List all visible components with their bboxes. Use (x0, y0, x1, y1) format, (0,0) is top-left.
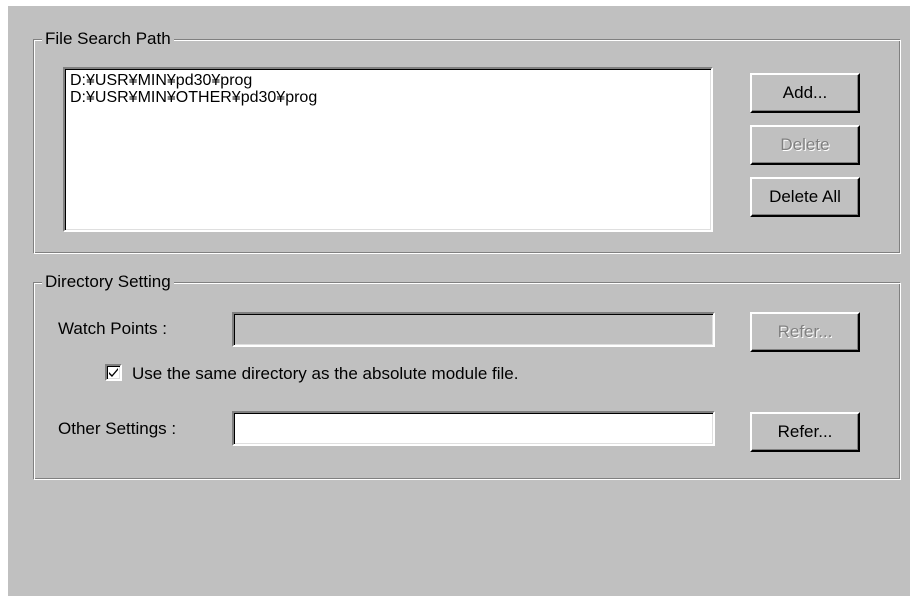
search-path-item[interactable]: D:¥USR¥MIN¥pd30¥prog (70, 72, 711, 89)
delete-all-button[interactable]: Delete All (750, 177, 860, 217)
delete-button[interactable]: Delete (750, 125, 860, 165)
file-search-path-title: File Search Path (42, 29, 174, 49)
watch-points-label: Watch Points : (58, 319, 167, 338)
watch-points-field[interactable] (232, 312, 715, 347)
other-settings-label: Other Settings : (58, 419, 177, 438)
other-settings-field[interactable] (232, 411, 715, 446)
same-directory-label: Use the same directory as the absolute m… (132, 363, 519, 383)
same-directory-option[interactable]: Use the same directory as the absolute m… (105, 363, 518, 383)
settings-dialog: File Search Path D:¥USR¥MIN¥pd30¥prog D:… (8, 6, 910, 596)
file-search-path-group: File Search Path D:¥USR¥MIN¥pd30¥prog D:… (33, 29, 901, 254)
add-button[interactable]: Add... (750, 73, 860, 113)
directory-setting-group: Directory Setting Watch Points : Refer..… (33, 272, 901, 480)
other-settings-refer-button[interactable]: Refer... (750, 412, 860, 452)
checkmark-icon (109, 368, 118, 378)
watch-points-refer-button[interactable]: Refer... (750, 312, 860, 352)
directory-setting-title: Directory Setting (42, 272, 174, 292)
search-path-listbox[interactable]: D:¥USR¥MIN¥pd30¥prog D:¥USR¥MIN¥OTHER¥pd… (63, 67, 713, 232)
search-path-item[interactable]: D:¥USR¥MIN¥OTHER¥pd30¥prog (70, 89, 711, 106)
same-directory-checkbox[interactable] (105, 364, 122, 382)
